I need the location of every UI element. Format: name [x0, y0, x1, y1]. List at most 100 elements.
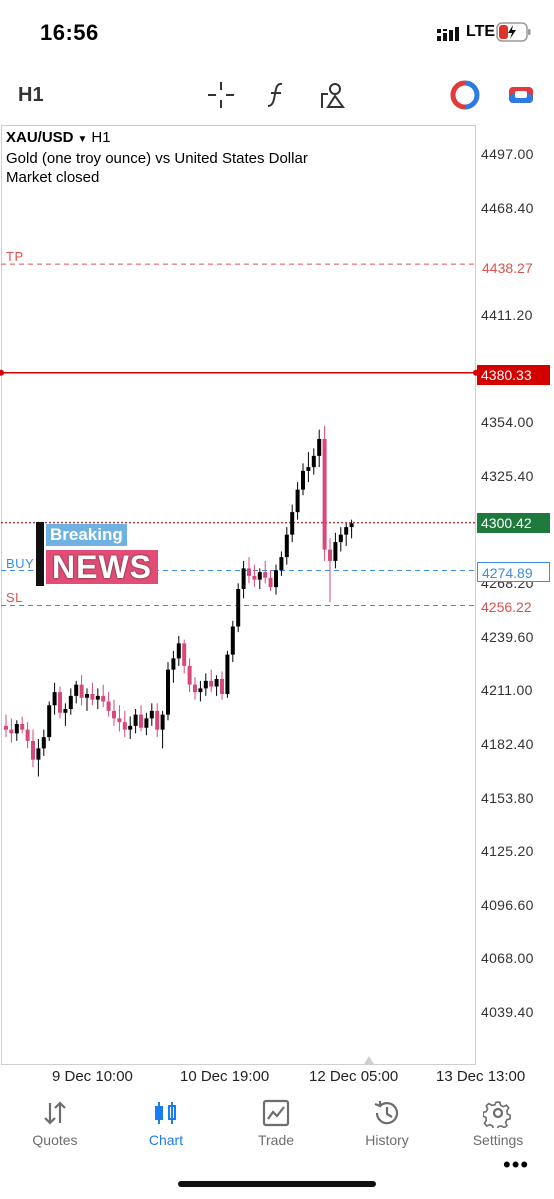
overlay-breaking-text: Breaking	[46, 524, 127, 546]
candle	[20, 716, 25, 734]
candle	[90, 682, 95, 706]
candle	[290, 504, 295, 543]
alert-line-start-handle[interactable]	[0, 369, 4, 376]
overlay-news-text: NEWS	[46, 550, 158, 584]
candle	[279, 551, 284, 576]
candle	[311, 448, 316, 475]
one-click-trading-icon[interactable]	[450, 80, 480, 110]
nav-label: Trade	[257, 1132, 295, 1148]
nav-label: Settings	[472, 1132, 524, 1148]
home-indicator	[178, 1181, 376, 1187]
status-time: 16:56	[40, 20, 99, 45]
candle	[41, 729, 46, 756]
candle	[117, 705, 122, 732]
candle	[295, 482, 300, 520]
nav-label: History	[365, 1132, 409, 1148]
symbol-name[interactable]: XAU/USD	[6, 129, 74, 146]
candle	[220, 671, 224, 700]
price-axis-label: 4239.60	[481, 628, 534, 645]
nav-chart[interactable]: Chart	[116, 1098, 216, 1148]
buy-price-tag: 4274.89	[477, 562, 550, 582]
candle	[79, 675, 84, 706]
candle	[25, 722, 30, 749]
candle	[344, 523, 349, 546]
price-axis-label: 4182.40	[481, 735, 534, 752]
sl-line-label: SL	[6, 590, 23, 605]
trade-icon	[262, 1099, 290, 1127]
candle	[284, 527, 289, 565]
candle	[106, 692, 111, 717]
candle	[101, 684, 106, 708]
candle	[63, 703, 68, 726]
chart-toolbar: H1	[0, 66, 554, 122]
history-icon	[374, 1101, 399, 1125]
candle	[155, 703, 160, 738]
battery-charging-icon	[496, 22, 531, 42]
candle	[187, 658, 192, 693]
price-axis-label: 4096.60	[481, 896, 534, 913]
tp-line-label: TP	[6, 249, 24, 264]
candle	[317, 429, 322, 468]
nav-trade[interactable]: Trade	[226, 1098, 326, 1148]
price-axis-label: 4411.20	[481, 306, 533, 323]
candle	[122, 710, 127, 738]
symbol-timeframe: H1	[91, 129, 111, 146]
overlay-bar	[36, 522, 44, 586]
scroll-marker-icon[interactable]	[364, 1056, 374, 1064]
nav-label: Chart	[148, 1132, 184, 1148]
candle	[193, 677, 197, 700]
buy-line-label: BUY	[6, 556, 35, 571]
objects-icon[interactable]	[318, 80, 348, 110]
candle	[31, 729, 35, 768]
candle	[139, 705, 143, 732]
candle	[306, 452, 311, 483]
candle	[47, 701, 52, 741]
nav-history[interactable]: History	[337, 1098, 437, 1148]
candle	[198, 680, 203, 702]
price-axis-label: 4211.00	[481, 682, 533, 699]
candle	[274, 564, 278, 595]
candle	[176, 635, 181, 666]
candle	[144, 712, 149, 736]
candle	[160, 710, 165, 749]
candle	[322, 425, 327, 561]
chart-area[interactable]: XAU/USD ▼ H1 Gold (one troy ounce) vs Unit…	[0, 122, 554, 1177]
tp-price-tag: 4438.27	[482, 260, 533, 276]
candle	[149, 703, 154, 726]
price-axis-label: 4125.20	[481, 843, 534, 860]
candle	[95, 688, 100, 709]
candle	[58, 686, 62, 719]
indicator-icon[interactable]	[262, 80, 292, 110]
symbol-dropdown-icon[interactable]: ▼	[78, 134, 88, 145]
candlestick-plot	[0, 263, 479, 1064]
price-axis-label: 4468.40	[481, 199, 534, 216]
candle	[225, 650, 230, 698]
price-axis-label: 4325.40	[481, 467, 534, 484]
price-axis-label: 4354.00	[481, 414, 534, 431]
trade-button-icon[interactable]	[506, 80, 536, 110]
sl-price-tag: 4256.22	[477, 597, 550, 617]
price-axis-label: 4497.00	[481, 146, 534, 162]
crosshair-icon[interactable]	[206, 80, 236, 110]
timeframe-button[interactable]: H1	[18, 84, 44, 107]
candle	[128, 716, 133, 739]
candle	[214, 675, 219, 696]
settings-icon	[483, 1101, 511, 1128]
quotes-icon	[44, 1101, 66, 1125]
candle	[112, 699, 116, 726]
candle	[171, 650, 176, 683]
candle	[268, 570, 273, 591]
nav-label: Quotes	[32, 1132, 78, 1148]
time-label: 9 Dec 10:00	[52, 1068, 133, 1085]
nav-quotes[interactable]: Quotes	[5, 1098, 105, 1148]
candle	[85, 688, 89, 711]
candle	[4, 714, 8, 738]
status-bar: 16:56 LTE	[0, 0, 554, 66]
time-label: 10 Dec 19:00	[180, 1068, 270, 1085]
candle	[68, 688, 73, 715]
market-status: Market closed	[6, 169, 100, 186]
bid-price-tag: 4300.42	[477, 513, 550, 533]
candle	[241, 560, 246, 599]
nav-settings[interactable]: Settings	[448, 1098, 548, 1148]
candle	[14, 720, 19, 741]
